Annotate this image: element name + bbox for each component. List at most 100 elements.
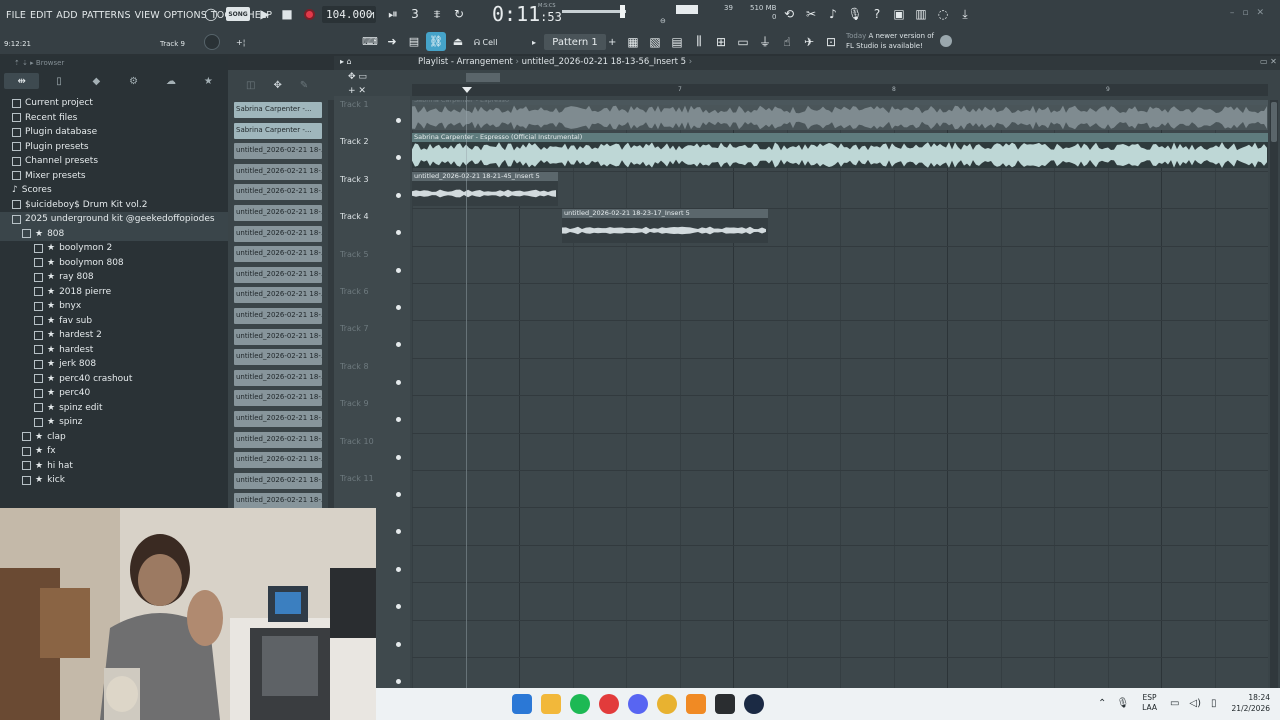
browser-item[interactable]: Mixer presets [0, 169, 228, 184]
export-icon[interactable]: ⤓ [954, 4, 976, 24]
record-button[interactable] [298, 3, 320, 25]
clip-source-button[interactable]: Sabrina Carpenter -...✛ [234, 102, 322, 118]
browser-item[interactable]: 2025 underground kit @geekedoffopiodes [0, 212, 228, 227]
cursor-icon[interactable]: +¦ [236, 38, 245, 47]
browser-item[interactable]: Recent files [0, 111, 228, 126]
browser-item[interactable]: ★ 808 [0, 226, 228, 241]
timeline-ruler[interactable]: 7 8 9 [412, 84, 1268, 96]
arrow-icon[interactable]: ➜ [382, 32, 402, 51]
clip-source-button[interactable]: untitled_2026-02-21 18-... [234, 452, 322, 469]
track-mute-led[interactable] [396, 155, 401, 161]
track-label[interactable]: Track 6 [340, 287, 369, 296]
overview-handle[interactable] [466, 73, 500, 82]
clip-source-button[interactable]: untitled_2026-02-21 18-... [234, 308, 322, 324]
pattern-selector[interactable]: Pattern 1 [544, 34, 606, 50]
spotify-icon[interactable] [570, 694, 590, 714]
fl-logo-icon[interactable] [940, 35, 952, 47]
cpu-knob-icon[interactable]: ◯ [200, 3, 222, 25]
plugin-icon[interactable]: ▭ [732, 32, 754, 51]
track-mute-led[interactable] [396, 118, 401, 123]
track-mute-led[interactable] [396, 679, 401, 684]
clip-source-button[interactable]: untitled_2026-02-21 18-... [234, 349, 322, 366]
track-label[interactable]: Track 10 [340, 437, 374, 446]
stamp-icon[interactable]: ⏏ [448, 32, 468, 51]
playlist-icon[interactable]: ▦ [622, 32, 644, 51]
track-mute-led[interactable] [396, 492, 401, 497]
track-mute-led[interactable] [396, 379, 401, 385]
volume-icon[interactable]: ◁) [1189, 698, 1201, 709]
overview-bar[interactable] [424, 73, 584, 82]
playlist-grid[interactable]: Sabrina Carpenter - Espresso Sabrina Carp… [412, 100, 1268, 688]
track-mute-led[interactable] [396, 566, 401, 572]
playlist-add-icons[interactable]: + ✕ [348, 86, 366, 96]
track-mute-led[interactable] [396, 417, 401, 423]
browser-item[interactable]: ★ kick [0, 473, 228, 488]
track-label[interactable]: Track 2 [340, 137, 369, 146]
track-mute-led[interactable] [396, 604, 401, 610]
typing-keyboard-icon[interactable]: ▤ [404, 32, 424, 51]
chat-icon[interactable]: ◌ [932, 4, 954, 24]
audio-clip[interactable]: Sabrina Carpenter - Espresso (Official I… [412, 133, 1268, 168]
browser-item[interactable]: Plugin database [0, 125, 228, 140]
metronome-icon[interactable]: ⩘ [360, 4, 382, 24]
menu-item-add[interactable]: ADD [56, 10, 77, 21]
menu-item-patterns[interactable]: PATTERNS [82, 10, 131, 21]
countdown-icon[interactable]: 3 [404, 4, 426, 24]
track-mute-led[interactable] [396, 641, 401, 647]
audio-clip[interactable]: untitled_2026-02-21 18-23-17_Insert 5 [562, 209, 768, 243]
plugins-tab-icon[interactable]: ◆ [79, 73, 114, 89]
audio-clip[interactable]: Sabrina Carpenter - Espresso [412, 100, 1268, 130]
browser-item[interactable]: Current project [0, 96, 228, 111]
track-mute-led[interactable] [396, 267, 401, 273]
update-notice[interactable]: Today A newer version of FL Studio is av… [846, 31, 934, 51]
browser-item[interactable]: ★ spinz edit [0, 401, 228, 416]
track-label[interactable]: Track 8 [340, 362, 369, 371]
track-label[interactable]: Track 9 [340, 399, 369, 408]
clip-source-button[interactable]: untitled_2026-02-21 18-... [234, 246, 322, 263]
playlist-scrollbar[interactable] [1270, 100, 1278, 688]
browser-item[interactable]: Plugin presets [0, 140, 228, 155]
track-label[interactable]: Track 3 [340, 175, 369, 184]
all-tab-icon[interactable]: ⇹ [4, 73, 40, 89]
track-label[interactable]: Track 5 [340, 250, 369, 259]
picker-split-icon[interactable]: ◫ [246, 80, 255, 91]
track-mute-led[interactable] [396, 454, 401, 460]
picker-move-icon[interactable]: ✥ [273, 80, 281, 91]
steam-icon[interactable] [744, 694, 764, 714]
song-mode-toggle[interactable]: SONG [226, 7, 250, 21]
browser-item[interactable]: ★ fav sub [0, 314, 228, 329]
clip-source-button[interactable]: untitled_2026-02-21 18-... [234, 411, 322, 427]
browser-item[interactable]: ★ ray 808 [0, 270, 228, 285]
menu-item-file[interactable]: FILE [6, 10, 26, 21]
browser-item[interactable]: ★ hi hat [0, 459, 228, 474]
add-pattern-icon[interactable]: + [608, 37, 616, 48]
clip-source-button[interactable]: untitled_2026-02-21 18-... [234, 205, 322, 221]
track-mute-led[interactable] [396, 342, 401, 348]
browser-item[interactable]: ★ boolymon 808 [0, 256, 228, 271]
discord-icon[interactable] [628, 694, 648, 714]
playlist-window-controls[interactable]: ▭ ✕ [1260, 57, 1277, 66]
epic-games-icon[interactable] [715, 694, 735, 714]
track-mute-led[interactable] [396, 230, 401, 236]
wait-input-icon[interactable]: ⏯ [382, 4, 404, 24]
browser-item[interactable]: ★ perc40 [0, 386, 228, 401]
browser-item[interactable]: ★ perc40 crashout [0, 372, 228, 387]
app-icon[interactable] [599, 694, 619, 714]
browser-item[interactable]: ★ fx [0, 444, 228, 459]
cloud-tab-icon[interactable]: ☁ [153, 73, 188, 89]
clip-source-button[interactable]: untitled_2026-02-21 18-... [234, 287, 322, 304]
menu-item-edit[interactable]: EDIT [30, 10, 52, 21]
browser-item[interactable]: ★ jerk 808 [0, 357, 228, 372]
favorites-tab-icon[interactable]: ★ [191, 73, 226, 89]
step-edit-icon[interactable]: ⩨ [426, 4, 448, 24]
cut-icon[interactable]: ✂ [800, 4, 822, 24]
clip-source-button[interactable]: untitled_2026-02-21 18-... [234, 225, 322, 242]
clip-source-button[interactable]: untitled_2026-02-21 18-... [234, 493, 322, 510]
track-mute-led[interactable] [396, 529, 401, 535]
touch-icon[interactable]: ☝ [776, 32, 798, 51]
clip-source-button[interactable]: untitled_2026-02-21 18-... [234, 266, 322, 283]
browser-item[interactable]: Channel presets [0, 154, 228, 169]
track-label[interactable]: Track 11 [340, 474, 374, 483]
battery-icon[interactable]: ▯ [1211, 698, 1217, 709]
tray-mic-icon[interactable]: 🎙 [1116, 698, 1129, 709]
